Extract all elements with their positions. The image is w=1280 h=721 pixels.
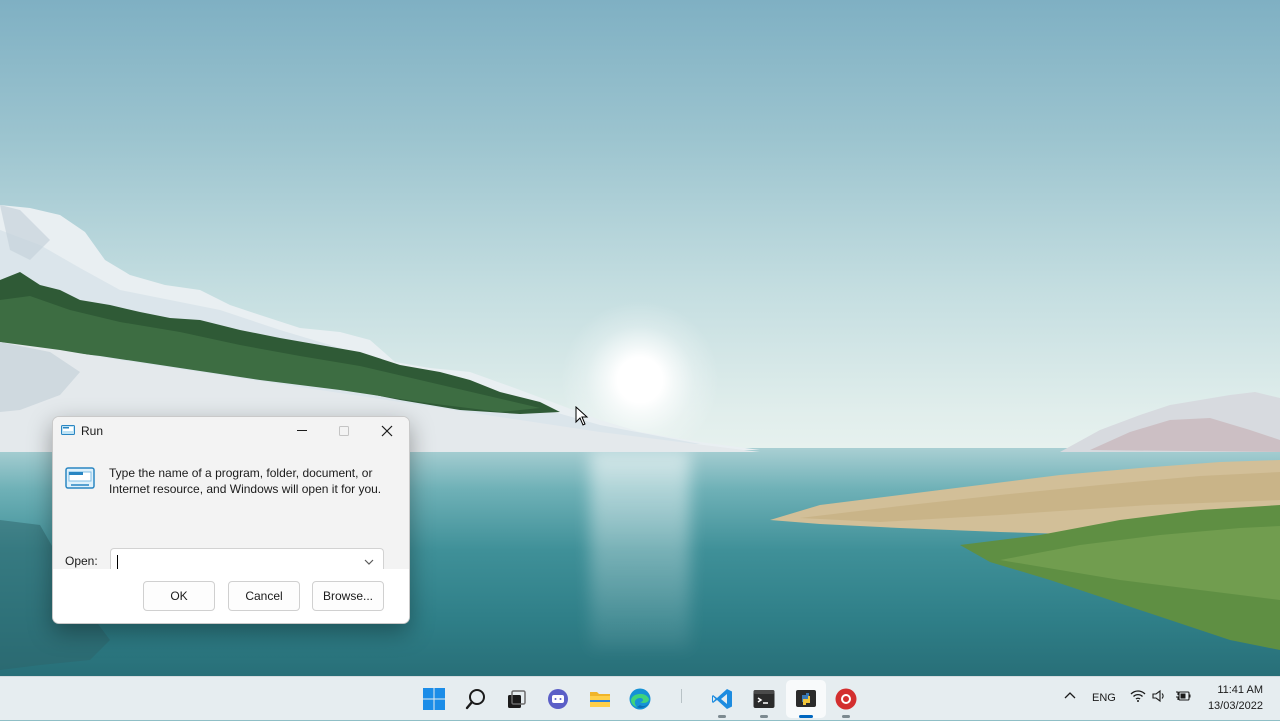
maximize-icon xyxy=(339,426,349,436)
maximize-button xyxy=(323,417,365,445)
cancel-button[interactable]: Cancel xyxy=(228,581,300,611)
taskbar-task-view-button[interactable] xyxy=(496,677,536,721)
ok-button[interactable]: OK xyxy=(143,581,215,611)
clock-date[interactable]: 13/03/2022 xyxy=(1203,700,1263,712)
taskbar-python-button[interactable] xyxy=(786,677,826,721)
taskbar-vscode-button[interactable] xyxy=(702,677,742,721)
taskbar xyxy=(0,676,1280,720)
folder-icon xyxy=(590,692,610,707)
open-label: Open: xyxy=(65,554,98,568)
dialog-description: Type the name of a program, folder, docu… xyxy=(109,466,382,496)
volume-icon[interactable] xyxy=(1152,689,1166,703)
taskbar-edge-button[interactable] xyxy=(620,677,660,721)
text-caret xyxy=(117,555,118,569)
dialog-title: Run xyxy=(81,424,104,438)
running-indicator xyxy=(842,715,850,718)
battery-charging-icon[interactable] xyxy=(1175,689,1191,703)
browse-button[interactable]: Browse... xyxy=(312,581,384,611)
taskbar-search-button[interactable] xyxy=(456,677,496,721)
vscode-icon xyxy=(712,689,732,709)
close-icon xyxy=(381,425,393,437)
run-icon xyxy=(61,425,75,435)
chevron-down-icon[interactable] xyxy=(363,558,375,566)
close-button[interactable] xyxy=(366,417,408,445)
minimize-button[interactable] xyxy=(281,417,323,445)
dialog-body: Type the name of a program, folder, docu… xyxy=(53,445,409,576)
edge-icon xyxy=(629,688,651,710)
taskbar-separator xyxy=(681,689,682,703)
running-indicator xyxy=(799,715,813,718)
wifi-icon[interactable] xyxy=(1130,689,1146,703)
dialog-button-row: OK Cancel Browse... xyxy=(53,569,409,623)
record-icon xyxy=(835,688,857,710)
windows-logo-icon xyxy=(423,688,445,710)
running-indicator xyxy=(760,715,768,718)
running-indicator xyxy=(718,715,726,718)
clock-time[interactable]: 11:41 AM xyxy=(1203,684,1263,696)
chevron-up-icon[interactable] xyxy=(1063,689,1077,703)
taskbar-chat-button[interactable] xyxy=(538,677,578,721)
teams-chat-icon xyxy=(548,689,568,709)
task-view-icon xyxy=(508,690,526,708)
taskbar-terminal-button[interactable] xyxy=(744,677,784,721)
title-bar[interactable]: Run xyxy=(53,417,409,445)
run-program-icon xyxy=(65,467,95,489)
search-icon xyxy=(465,689,485,710)
taskbar-recorder-button[interactable] xyxy=(826,677,866,721)
taskbar-file-explorer-button[interactable] xyxy=(580,677,620,721)
language-indicator[interactable]: ENG xyxy=(1092,692,1116,704)
minimize-icon xyxy=(297,430,307,431)
mouse-cursor-icon xyxy=(575,406,589,426)
python-icon xyxy=(796,690,816,707)
run-dialog: Run Type the name of a program, folder, … xyxy=(52,416,410,624)
taskbar-start-button[interactable] xyxy=(414,677,454,721)
terminal-icon xyxy=(753,690,775,708)
